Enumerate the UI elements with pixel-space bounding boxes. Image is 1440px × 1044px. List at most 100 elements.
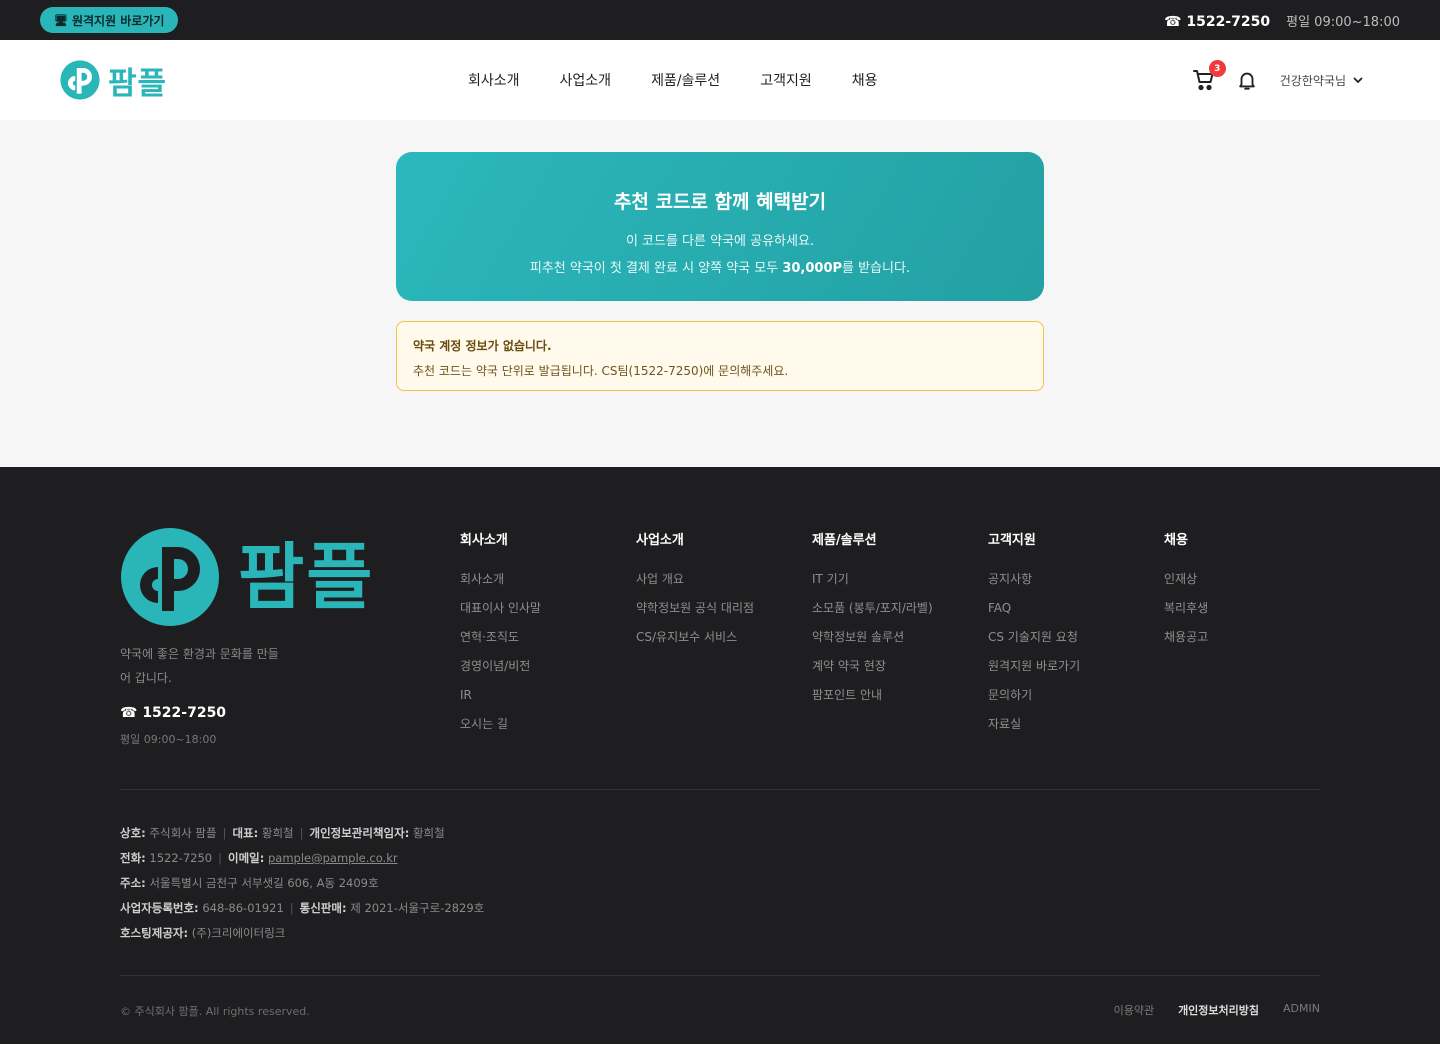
footer-link[interactable]: 문의하기 xyxy=(988,686,1080,715)
footer-link[interactable]: 오시는 길 xyxy=(460,715,541,744)
site-footer: 팜플 약국에 좋은 환경과 문화를 만들어 갑니다. ☎ 1522-7250 평… xyxy=(0,467,1440,1044)
referral-desc-2-suffix: 를 받습니다. xyxy=(842,261,911,276)
top-bar: 🖥 원격지원 바로가기 ☎ 1522-7250 평일 09:00~18:00 xyxy=(0,0,1440,40)
footer-logo-mark-icon xyxy=(121,528,219,626)
footer-link[interactable]: 자료실 xyxy=(988,715,1080,744)
bell-icon[interactable] xyxy=(1236,69,1258,91)
nav-item-careers[interactable]: 채용 xyxy=(852,70,878,90)
referral-point-amount: 30,000P xyxy=(782,261,843,276)
footer-link[interactable]: 약학정보원 솔루션 xyxy=(812,628,933,657)
remote-support-label: 원격지원 바로가기 xyxy=(71,13,165,28)
footer-logo-text: 팜플 xyxy=(238,535,375,619)
logo[interactable]: 팜플 xyxy=(60,58,167,103)
footer-col-title: 채용 xyxy=(1164,533,1188,548)
main-content: 추천 코드로 함께 혜택받기 이 코드를 다른 약국에 공유하세요. 피추천 약… xyxy=(0,120,1440,467)
info-value: 서울특별시 금천구 서부샛길 606, A동 2409호 xyxy=(149,876,379,890)
footer-link[interactable]: 소모품 (봉투/포지/라벨) xyxy=(812,599,933,628)
footer-hours: 평일 09:00~18:00 xyxy=(120,733,217,746)
footer-link[interactable]: CS/유지보수 서비스 xyxy=(636,628,754,657)
footer-phone: ☎ 1522-7250 xyxy=(120,705,227,721)
footer-col-title: 사업소개 xyxy=(636,533,684,548)
footer-link[interactable]: 팜포인트 안내 xyxy=(812,686,933,715)
footer-link[interactable]: FAQ xyxy=(988,599,1080,628)
user-name: 건강한약국님 xyxy=(1279,73,1346,88)
nav-item-products[interactable]: 제품/솔루션 xyxy=(651,70,720,90)
logo-mark-icon xyxy=(60,60,100,100)
logo-text: 팜플 xyxy=(108,65,168,102)
copyright: © 주식회사 팜플. All rights reserved. xyxy=(120,1005,310,1018)
footer-link[interactable]: 연혁·조직도 xyxy=(460,628,541,657)
footer-col-company: 회사소개 회사소개 대표이사 인사말 연혁·조직도 경영이념/비전 IR 오시는… xyxy=(460,529,541,744)
info-value: (주)크리에이터링크 xyxy=(191,926,286,940)
email-link[interactable]: pample@pample.co.kr xyxy=(268,851,398,865)
info-label: 상호: xyxy=(120,826,146,840)
company-info: 상호: 주식회사 팜플 | 대표: 황희철 | 개인정보관리책임자: 황희철 전화: 1… xyxy=(120,824,484,949)
info-value: 황희철 xyxy=(261,826,294,840)
footer-divider xyxy=(120,789,1320,790)
footer-link[interactable]: 원격지원 바로가기 xyxy=(988,657,1080,686)
main-nav: 회사소개 사업소개 제품/솔루션 고객지원 채용 xyxy=(468,40,917,120)
footer-link[interactable]: 회사소개 xyxy=(460,570,541,599)
footer-link[interactable]: 채용공고 xyxy=(1164,628,1208,657)
info-label: 호스팅제공자: xyxy=(120,926,189,940)
separator: | xyxy=(218,851,222,865)
chevron-down-icon xyxy=(1353,77,1363,83)
footer-link[interactable]: 인재상 xyxy=(1164,570,1208,599)
footer-link[interactable]: 공지사항 xyxy=(988,570,1080,599)
footer-divider xyxy=(120,975,1320,976)
referral-desc-2: 피추천 약국이 첫 결제 완료 시 양쪽 약국 모두 30,000P를 받습니다… xyxy=(396,257,1044,276)
nav-item-company[interactable]: 회사소개 xyxy=(468,70,520,90)
site-header: 팜플 회사소개 사업소개 제품/솔루션 고객지원 채용 3 건강한약국님 xyxy=(0,40,1440,120)
info-value: 황희철 xyxy=(412,826,445,840)
monitor-icon: 🖥 xyxy=(54,13,68,27)
cart-count-badge: 3 xyxy=(1208,60,1226,77)
company-info-row: 사업자등록번호: 648-86-01921 | 통신판매: 제 2021-서울구로-… xyxy=(120,899,484,924)
footer-link[interactable]: 경영이념/비전 xyxy=(460,657,541,686)
notice-body: 추천 코드는 약국 단위로 발급됩니다. CS팀(1522-7250)에 문의해… xyxy=(413,364,789,378)
privacy-policy-link[interactable]: 개인정보처리방침 xyxy=(1178,1002,1259,1018)
nav-item-support[interactable]: 고객지원 xyxy=(760,70,812,90)
footer-col-support: 고객지원 공지사항 FAQ CS 기술지원 요청 원격지원 바로가기 문의하기 … xyxy=(988,529,1080,744)
separator: | xyxy=(289,901,294,915)
footer-slogan: 약국에 좋은 환경과 문화를 만들어 갑니다. xyxy=(120,647,279,685)
footer-link[interactable]: 약학정보원 공식 대리점 xyxy=(636,599,754,628)
cart-button[interactable]: 3 xyxy=(1192,60,1226,92)
info-value: 주식회사 팜플 xyxy=(149,826,217,840)
referral-desc-1: 이 코드를 다른 약국에 공유하세요. xyxy=(625,234,815,249)
company-info-row: 호스팅제공자: (주)크리에이터링크 xyxy=(120,924,484,949)
company-info-row: 전화: 1522-7250 | 이메일: pample@pample.co.kr xyxy=(120,849,484,874)
footer-link[interactable]: 계약 약국 현장 xyxy=(812,657,933,686)
info-value: 제 2021-서울구로-2829호 xyxy=(350,901,485,915)
nav-item-business[interactable]: 사업소개 xyxy=(560,70,612,90)
footer-col-title: 고객지원 xyxy=(988,533,1036,548)
footer-link[interactable]: IR xyxy=(460,686,541,715)
referral-banner: 추천 코드로 함께 혜택받기 이 코드를 다른 약국에 공유하세요. 피추천 약… xyxy=(396,152,1044,301)
top-contact: ☎ 1522-7250 평일 09:00~18:00 xyxy=(1164,11,1400,30)
referral-desc-2-prefix: 피추천 약국이 첫 결제 완료 시 양쪽 약국 모두 xyxy=(529,261,783,276)
company-info-row: 상호: 주식회사 팜플 | 대표: 황희철 | 개인정보관리책임자: 황희철 xyxy=(120,824,484,849)
remote-support-button[interactable]: 🖥 원격지원 바로가기 xyxy=(40,7,179,33)
footer-bottom-links: 이용약관 개인정보처리방침 ADMIN xyxy=(1114,1002,1320,1018)
info-label: 전화: xyxy=(120,851,146,865)
footer-link[interactable]: 복리후생 xyxy=(1164,599,1208,628)
footer-logo[interactable]: 팜플 xyxy=(120,527,374,627)
user-menu[interactable]: 건강한약국님 xyxy=(1280,72,1364,89)
footer-link[interactable]: 대표이사 인사말 xyxy=(460,599,541,628)
notice-title: 약국 계정 정보가 없습니다. xyxy=(413,339,552,353)
footer-col-products: 제품/솔루션 IT 기기 소모품 (봉투/포지/라벨) 약학정보원 솔루션 계약… xyxy=(812,529,933,715)
terms-link[interactable]: 이용약관 xyxy=(1114,1002,1154,1018)
info-value: 1522-7250 xyxy=(149,851,213,865)
info-label: 대표: xyxy=(232,826,259,840)
info-label: 개인정보관리책임자: xyxy=(309,826,410,840)
footer-link[interactable]: 사업 개요 xyxy=(636,570,754,599)
info-label: 통신판매: xyxy=(299,901,347,915)
info-label: 주소: xyxy=(120,876,146,890)
admin-link[interactable]: ADMIN xyxy=(1283,1002,1320,1018)
footer-link[interactable]: CS 기술지원 요청 xyxy=(988,628,1080,657)
info-value: 648-86-01921 xyxy=(202,901,284,915)
info-label: 사업자등록번호: xyxy=(120,901,199,915)
top-hours: 평일 09:00~18:00 xyxy=(1286,14,1400,30)
footer-col-business: 사업소개 사업 개요 약학정보원 공식 대리점 CS/유지보수 서비스 xyxy=(636,529,754,657)
info-label: 이메일: xyxy=(227,851,265,865)
footer-link[interactable]: IT 기기 xyxy=(812,570,933,599)
